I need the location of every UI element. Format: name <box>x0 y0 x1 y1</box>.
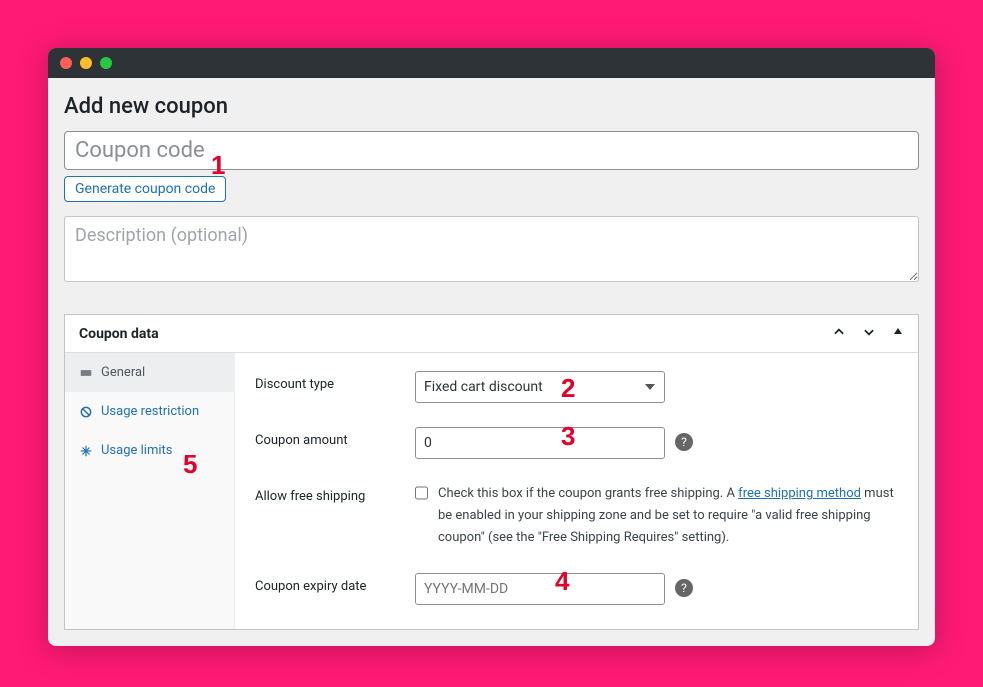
chevron-up-icon[interactable] <box>832 325 846 342</box>
free-shipping-checkbox[interactable] <box>415 485 428 501</box>
coupon-amount-label: Coupon amount <box>255 427 415 448</box>
tab-usage-restriction[interactable]: Usage restriction <box>65 392 234 431</box>
help-icon[interactable]: ? <box>675 579 693 597</box>
ticket-icon <box>79 366 93 380</box>
tab-label: General <box>101 365 145 380</box>
window-maximize-icon[interactable] <box>100 57 112 69</box>
coupon-code-input[interactable] <box>64 131 919 170</box>
expiry-input[interactable] <box>415 573 665 605</box>
panel-header: Coupon data <box>65 315 918 353</box>
coupon-amount-input[interactable] <box>415 427 665 459</box>
help-icon[interactable]: ? <box>675 433 693 451</box>
panel-body: General Usage restriction Usage limits <box>65 353 918 629</box>
free-shipping-label: Allow free shipping <box>255 483 415 504</box>
free-shipping-method-link[interactable]: free shipping method <box>738 486 861 501</box>
expiry-label: Coupon expiry date <box>255 573 415 594</box>
window-minimize-icon[interactable] <box>80 57 92 69</box>
discount-type-select[interactable]: Fixed cart discount <box>415 371 665 403</box>
chevron-down-icon[interactable] <box>862 325 876 342</box>
tab-usage-limits[interactable]: Usage limits <box>65 431 234 470</box>
app-window: Add new coupon Generate coupon code Coup… <box>48 48 935 646</box>
page-content: Add new coupon Generate coupon code Coup… <box>48 78 935 646</box>
no-entry-icon <box>79 405 93 419</box>
generate-code-button[interactable]: Generate coupon code <box>64 176 226 202</box>
collapse-icon[interactable] <box>892 325 904 342</box>
tab-label: Usage limits <box>101 443 172 458</box>
titlebar <box>48 48 935 78</box>
general-fields: Discount type Fixed cart discount Coupon… <box>235 353 918 629</box>
description-input[interactable] <box>64 216 919 282</box>
discount-type-label: Discount type <box>255 371 415 392</box>
panel-tabs: General Usage restriction Usage limits <box>65 353 235 629</box>
limits-icon <box>79 444 93 458</box>
tab-label: Usage restriction <box>101 404 199 419</box>
coupon-data-panel: Coupon data <box>64 314 919 630</box>
tab-general[interactable]: General <box>65 353 234 392</box>
window-close-icon[interactable] <box>60 57 72 69</box>
free-shipping-hint: Check this box if the coupon grants free… <box>438 483 898 549</box>
panel-title: Coupon data <box>79 326 159 342</box>
page-title: Add new coupon <box>64 94 919 119</box>
